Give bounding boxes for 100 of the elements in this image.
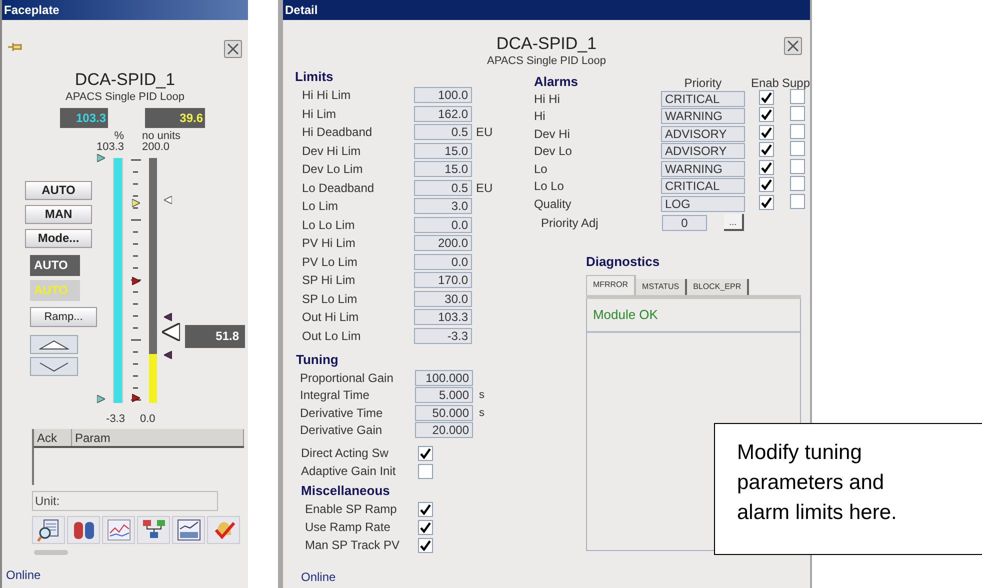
value-field[interactable]: 200.0 xyxy=(414,235,472,252)
field-label: Dev Lo Lim xyxy=(301,161,364,178)
value-field[interactable]: 5.000 xyxy=(415,387,473,404)
browse-button[interactable]: ... xyxy=(724,214,744,231)
mode-button[interactable]: AUTO xyxy=(25,181,92,200)
checkbox[interactable] xyxy=(758,142,774,158)
checkbox[interactable] xyxy=(418,538,433,552)
checkbox[interactable] xyxy=(790,176,805,192)
checkbox[interactable] xyxy=(790,158,805,174)
value-field[interactable]: 162.0 xyxy=(414,106,472,122)
column-header: Priority xyxy=(683,76,723,90)
tab[interactable]: BLOCK_EPR xyxy=(687,278,750,294)
diagnostic-message: Module OK xyxy=(586,298,800,332)
checkbox[interactable] xyxy=(418,446,433,460)
loop-description: APACS Single PID Loop xyxy=(65,90,185,104)
mode-indicator: AUTO xyxy=(30,255,80,276)
field-label: Integral Time xyxy=(299,387,370,404)
loop-description: APACS Single PID Loop xyxy=(486,54,606,68)
chart-table-icon xyxy=(176,517,202,543)
field-label: Hi Hi Lim xyxy=(301,87,352,104)
value-field[interactable]: 0.0 xyxy=(414,254,472,270)
priority-field[interactable]: LOG xyxy=(660,196,745,212)
mode-button[interactable]: MAN xyxy=(25,205,92,224)
toolbar-button[interactable] xyxy=(137,516,170,544)
raise-button[interactable] xyxy=(30,335,78,354)
column-header: Supp xyxy=(782,76,810,90)
unit-label: % xyxy=(114,131,124,142)
checkbox[interactable] xyxy=(758,177,774,192)
field-label: SP Lo Lim xyxy=(301,290,358,308)
priority-field[interactable]: WARNING xyxy=(660,108,745,124)
value-field[interactable]: 170.0 xyxy=(414,272,472,288)
value-field[interactable]: 103.3 xyxy=(414,309,472,326)
value-field[interactable]: 15.0 xyxy=(414,142,472,159)
toolbar-button[interactable] xyxy=(67,516,100,544)
pointer-icon xyxy=(132,394,140,402)
section-heading: Limits xyxy=(294,68,334,86)
checkbox[interactable] xyxy=(758,90,774,105)
toolbar-button[interactable] xyxy=(32,516,65,544)
alarm-label: Hi xyxy=(534,108,546,126)
checkbox[interactable] xyxy=(790,124,805,139)
priority-field[interactable]: CRITICAL xyxy=(660,90,745,107)
checkbox[interactable] xyxy=(790,88,805,104)
mode-button[interactable]: Mode... xyxy=(25,229,92,248)
checkbox[interactable] xyxy=(418,520,433,534)
checkbox[interactable] xyxy=(790,194,805,209)
alarm-label: Dev Hi xyxy=(534,126,571,143)
value-field[interactable]: -3.3 xyxy=(414,328,472,344)
tab[interactable]: MSTATUS xyxy=(636,278,688,294)
field-label: Lo Lim xyxy=(301,198,340,216)
pointer-icon xyxy=(132,277,140,285)
value-field[interactable]: 0 xyxy=(662,214,707,230)
close-button[interactable] xyxy=(224,40,242,58)
checkbox-label: Enable SP Ramp xyxy=(304,501,398,518)
scale-label: 200.0 xyxy=(142,142,170,153)
field-label: Priority Adj xyxy=(540,214,600,232)
field-label: Out Lo Lim xyxy=(301,328,362,345)
value-field[interactable]: 20.000 xyxy=(415,422,473,438)
pin-icon[interactable] xyxy=(8,42,24,52)
value-field[interactable]: 100.0 xyxy=(414,87,472,104)
value-field[interactable]: 15.0 xyxy=(414,161,472,178)
priority-field[interactable]: ADVISORY xyxy=(660,143,745,160)
scrollbar-thumb[interactable] xyxy=(34,550,68,555)
magnifier-document-icon xyxy=(36,517,62,543)
section-heading: Miscellaneous xyxy=(300,482,390,500)
priority-field[interactable]: CRITICAL xyxy=(660,178,745,194)
checkbox[interactable] xyxy=(418,464,433,478)
toolbar-button[interactable] xyxy=(172,516,205,544)
window-title: Faceplate xyxy=(2,0,248,20)
checkbox[interactable] xyxy=(790,141,805,156)
field-label: SP Hi Lim xyxy=(301,272,356,290)
priority-field[interactable]: WARNING xyxy=(660,160,745,177)
tab[interactable]: MFRROR xyxy=(586,274,636,294)
unit-label: s xyxy=(479,406,484,420)
pointer-icon xyxy=(132,199,140,207)
value-field[interactable]: 0.0 xyxy=(414,216,472,233)
value-field[interactable]: 0.5 xyxy=(414,124,472,140)
value-field[interactable]: 3.0 xyxy=(414,198,472,214)
lower-button[interactable] xyxy=(30,357,78,376)
value-field[interactable]: 0.5 xyxy=(414,180,472,196)
value-field[interactable]: 50.000 xyxy=(415,404,473,421)
column-header[interactable]: Ack xyxy=(34,429,72,446)
close-button[interactable] xyxy=(784,37,802,55)
priority-field[interactable]: ADVISORY xyxy=(660,126,745,142)
checkbox[interactable] xyxy=(418,502,433,516)
tag-name: DCA-SPID_1 xyxy=(496,34,597,54)
checkbox[interactable] xyxy=(758,194,774,210)
callout-text: Modify tuning parameters and alarm limits here. xyxy=(737,440,898,526)
field-label: PV Hi Lim xyxy=(301,235,356,252)
checkbox[interactable] xyxy=(790,106,805,122)
pointer-icon xyxy=(164,196,172,204)
scale-label: 103.3 xyxy=(96,142,124,153)
value-field[interactable]: 100.000 xyxy=(415,370,473,386)
status-text: Online xyxy=(5,567,42,584)
column-header[interactable]: Param xyxy=(72,429,244,446)
ramp-button[interactable]: Ramp... xyxy=(30,307,97,327)
checkbox[interactable] xyxy=(758,107,774,122)
checkbox[interactable] xyxy=(758,160,774,175)
value-field[interactable]: 30.0 xyxy=(414,290,472,307)
checkbox[interactable] xyxy=(758,124,774,140)
toolbar-button[interactable] xyxy=(102,516,135,544)
